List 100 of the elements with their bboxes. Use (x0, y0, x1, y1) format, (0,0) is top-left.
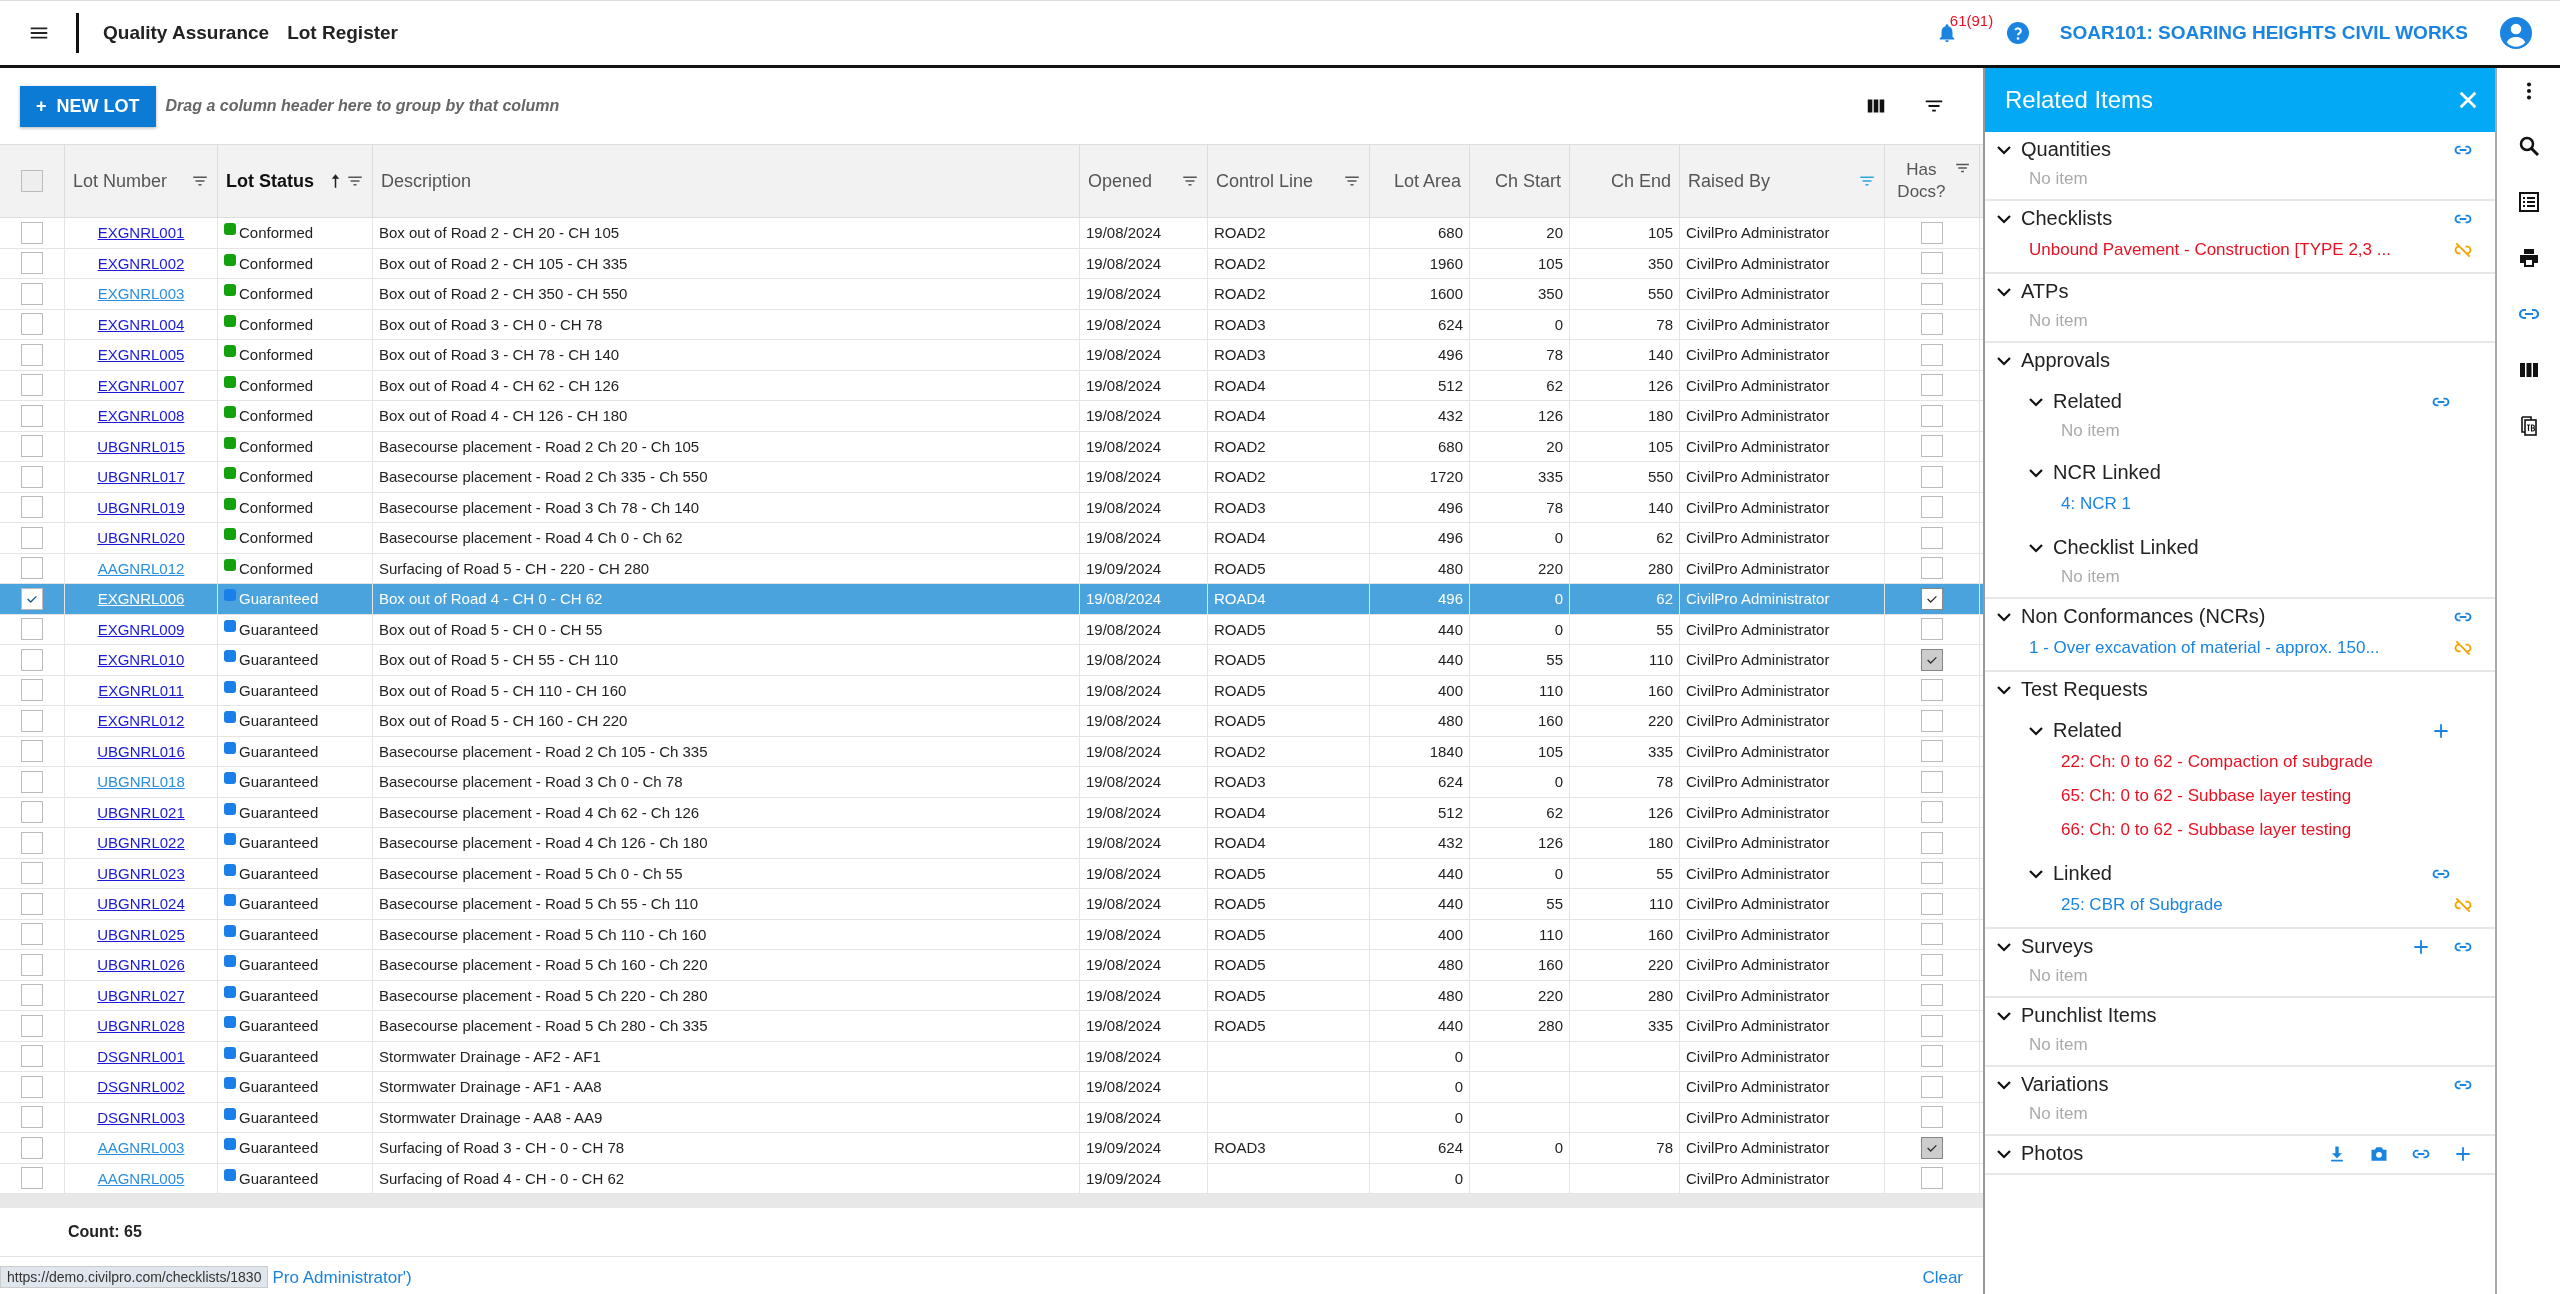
section-title[interactable]: Checklist Linked (2053, 536, 2199, 559)
lot-number-link[interactable]: EXGNRL010 (97, 651, 185, 669)
table-row[interactable]: UBGNRL025 Guaranteed Basecourse placement - Road 5 Ch 110 - Ch 160 19/08/2024 ROAD5 400 110 160 CivilPro Administrator (0, 919, 1983, 950)
lot-number-link[interactable]: EXGNRL005 (97, 346, 185, 364)
related-item-link[interactable]: 66: Ch: 0 to 62 - Subbase layer testing (2061, 820, 2473, 840)
table-row[interactable]: UBGNRL028 Guaranteed Basecourse placement - Road 5 Ch 280 - Ch 335 19/08/2024 ROAD5 440 280 335 CivilPro Administrator (0, 1011, 1983, 1042)
new-lot-button[interactable]: + NEW LOT (20, 85, 156, 127)
section-title[interactable]: Photos (2021, 1142, 2084, 1165)
table-row[interactable]: DSGNRL002 Guaranteed Stormwater Drainage - AF1 - AA8 19/08/2024 0 CivilPro Administrator (0, 1072, 1983, 1103)
table-row[interactable]: UBGNRL017 Conformed Basecourse placement - Road 2 Ch 335 - Ch 550 19/08/2024 ROAD2 1720 335 550 CivilPro Administrator (0, 462, 1983, 493)
lot-number-link[interactable]: EXGNRL004 (97, 315, 185, 333)
row-checkbox[interactable] (21, 526, 43, 549)
row-checkbox[interactable] (21, 465, 43, 488)
table-row[interactable]: UBGNRL016 Guaranteed Basecourse placement - Road 2 Ch 105 - Ch 335 19/08/2024 ROAD2 1840 105 335 CivilPro Administrator (0, 736, 1983, 767)
user-avatar-icon[interactable] (2500, 17, 2532, 49)
column-header[interactable]: Description (381, 170, 1071, 192)
lot-number-link[interactable]: EXGNRL008 (97, 407, 185, 425)
lot-number-link[interactable]: UBGNRL026 (97, 956, 185, 974)
section-title[interactable]: ATPs (2021, 280, 2069, 303)
row-checkbox[interactable] (21, 862, 43, 885)
related-item-link[interactable]: Unbound Pavement - Construction [TYPE 2,3 ... (2029, 240, 2453, 260)
unlink-icon[interactable] (2453, 638, 2473, 658)
related-item-link[interactable]: 4: NCR 1 (2061, 494, 2473, 514)
lot-number-link[interactable]: UBGNRL028 (97, 1017, 185, 1035)
lot-number-link[interactable]: UBGNRL016 (97, 742, 185, 760)
list-icon[interactable] (2516, 190, 2541, 214)
unlink-icon[interactable] (2453, 895, 2473, 915)
row-checkbox[interactable] (21, 984, 43, 1007)
table-row[interactable]: UBGNRL019 Conformed Basecourse placement - Road 3 Ch 78 - Ch 140 19/08/2024 ROAD3 496 78 140 CivilPro Administrator (0, 492, 1983, 523)
row-checkbox[interactable] (21, 892, 43, 915)
table-row[interactable]: UBGNRL021 Guaranteed Basecourse placement - Road 4 Ch 62 - Ch 126 19/08/2024 ROAD4 512 62 126 CivilPro Administrator (0, 797, 1983, 828)
section-title[interactable]: Surveys (2021, 935, 2094, 958)
column-header[interactable]: Has Docs? (1893, 159, 1950, 203)
row-checkbox[interactable] (21, 1045, 43, 1068)
table-row[interactable]: EXGNRL005 Conformed Box out of Road 3 - CH 78 - CH 140 19/08/2024 ROAD3 496 78 140 CivilPro Administrator (0, 340, 1983, 371)
lot-number-link[interactable]: EXGNRL003 (97, 285, 185, 303)
lot-number-link[interactable]: DSGNRL001 (97, 1047, 185, 1065)
column-header[interactable]: Ch Start (1494, 170, 1561, 192)
row-checkbox[interactable] (21, 953, 43, 976)
lot-number-link[interactable]: UBGNRL015 (97, 437, 185, 455)
section-title[interactable]: Punchlist Items (2021, 1004, 2157, 1027)
row-checkbox[interactable] (21, 1075, 43, 1098)
lot-number-link[interactable]: EXGNRL002 (97, 254, 185, 272)
lot-number-link[interactable]: EXGNRL007 (97, 376, 185, 394)
table-row[interactable]: EXGNRL009 Guaranteed Box out of Road 5 - CH 0 - CH 55 19/08/2024 ROAD5 440 0 55 CivilPro Administrator (0, 614, 1983, 645)
row-checkbox[interactable] (21, 435, 43, 458)
table-row[interactable]: UBGNRL018 Guaranteed Basecourse placement - Road 3 Ch 0 - Ch 78 19/08/2024 ROAD3 624 0 78 CivilPro Administrator (0, 767, 1983, 798)
lot-number-link[interactable]: UBGNRL023 (97, 864, 185, 882)
project-name[interactable]: SOAR101: SOARING HEIGHTS CIVIL WORKS (2059, 22, 2468, 44)
table-row[interactable]: EXGNRL008 Conformed Box out of Road 4 - CH 126 - CH 180 19/08/2024 ROAD4 432 126 180 CivilPro Administrator (0, 401, 1983, 432)
row-checkbox[interactable] (21, 831, 43, 854)
column-header[interactable]: Lot Number (73, 170, 187, 192)
row-checkbox[interactable] (21, 1136, 43, 1159)
row-checkbox[interactable] (21, 801, 43, 824)
lot-number-link[interactable]: UBGNRL017 (97, 468, 185, 486)
table-row[interactable]: EXGNRL012 Guaranteed Box out of Road 5 - CH 160 - CH 220 19/08/2024 ROAD5 480 160 220 CivilPro Administrator (0, 706, 1983, 737)
section-title[interactable]: Linked (2053, 862, 2112, 885)
sort-ascending-icon[interactable] (331, 173, 340, 189)
table-row[interactable]: UBGNRL022 Guaranteed Basecourse placement - Road 4 Ch 126 - Ch 180 19/08/2024 ROAD4 432 126 180 CivilPro Administrator (0, 828, 1983, 859)
lot-number-link[interactable]: DSGNRL002 (97, 1078, 185, 1096)
table-row[interactable]: UBGNRL024 Guaranteed Basecourse placement - Road 5 Ch 55 - Ch 110 19/08/2024 ROAD5 440 55 110 CivilPro Administrator (0, 889, 1983, 920)
table-row[interactable]: UBGNRL027 Guaranteed Basecourse placement - Road 5 Ch 220 - Ch 280 19/08/2024 ROAD5 480 220 280 CivilPro Administrator (0, 980, 1983, 1011)
table-row[interactable]: UBGNRL020 Conformed Basecourse placement - Road 4 Ch 0 - Ch 62 19/08/2024 ROAD4 496 0 62 CivilPro Administrator (0, 523, 1983, 554)
help-icon[interactable] (2005, 21, 2030, 45)
row-checkbox[interactable] (21, 374, 43, 397)
related-item-link[interactable]: 22: Ch: 0 to 62 - Compaction of subgrade (2061, 752, 2473, 772)
table-row[interactable]: UBGNRL015 Conformed Basecourse placement - Road 2 Ch 20 - Ch 105 19/08/2024 ROAD2 680 20 105 CivilPro Administrator (0, 431, 1983, 462)
related-item-link[interactable]: 65: Ch: 0 to 62 - Subbase layer testing (2061, 786, 2473, 806)
row-checkbox[interactable] (21, 282, 43, 305)
table-row[interactable]: EXGNRL010 Guaranteed Box out of Road 5 - CH 55 - CH 110 19/08/2024 ROAD5 440 55 110 CivilPro Administrator (0, 645, 1983, 676)
lot-number-link[interactable]: UBGNRL020 (97, 529, 185, 547)
lot-number-link[interactable]: UBGNRL024 (97, 895, 185, 913)
table-row[interactable]: EXGNRL002 Conformed Box out of Road 2 - CH 105 - CH 335 19/08/2024 ROAD2 1960 105 350 CivilPro Administrator (0, 248, 1983, 279)
table-row[interactable]: EXGNRL004 Conformed Box out of Road 3 - CH 0 - CH 78 19/08/2024 ROAD3 624 0 78 CivilPro Administrator (0, 309, 1983, 340)
column-header[interactable]: Opened (1088, 170, 1177, 192)
lot-number-link[interactable]: EXGNRL001 (97, 224, 185, 242)
section-title[interactable]: Test Requests (2021, 678, 2148, 701)
column-header[interactable]: Ch End (1610, 170, 1671, 192)
select-all-checkbox[interactable] (21, 170, 43, 192)
lot-number-link[interactable]: AAGNRL012 (97, 559, 185, 577)
breadcrumb-item[interactable]: Lot Register (287, 22, 398, 44)
row-checkbox[interactable] (21, 618, 43, 641)
row-checkbox[interactable] (21, 740, 43, 763)
column-header[interactable]: Raised By (1688, 170, 1854, 192)
row-checkbox[interactable] (21, 252, 43, 275)
lot-number-link[interactable]: EXGNRL012 (97, 712, 185, 730)
lot-number-link[interactable]: UBGNRL025 (97, 925, 185, 943)
section-title[interactable]: NCR Linked (2053, 461, 2161, 484)
lot-number-link[interactable]: UBGNRL027 (97, 986, 185, 1004)
row-checkbox[interactable] (21, 1167, 43, 1190)
section-title[interactable]: Quantities (2021, 138, 2112, 161)
lot-number-link[interactable]: UBGNRL019 (97, 498, 185, 516)
unlink-icon[interactable] (2453, 240, 2473, 260)
lot-number-link[interactable]: DSGNRL003 (97, 1108, 185, 1126)
clear-filter-link[interactable]: Clear (1922, 1268, 1963, 1288)
horizontal-scrollbar[interactable] (0, 1194, 1983, 1208)
column-header[interactable]: Lot Status (226, 170, 327, 192)
close-icon[interactable] (2457, 89, 2479, 111)
row-checkbox[interactable] (21, 221, 43, 244)
lot-number-link[interactable]: EXGNRL011 (98, 681, 184, 699)
